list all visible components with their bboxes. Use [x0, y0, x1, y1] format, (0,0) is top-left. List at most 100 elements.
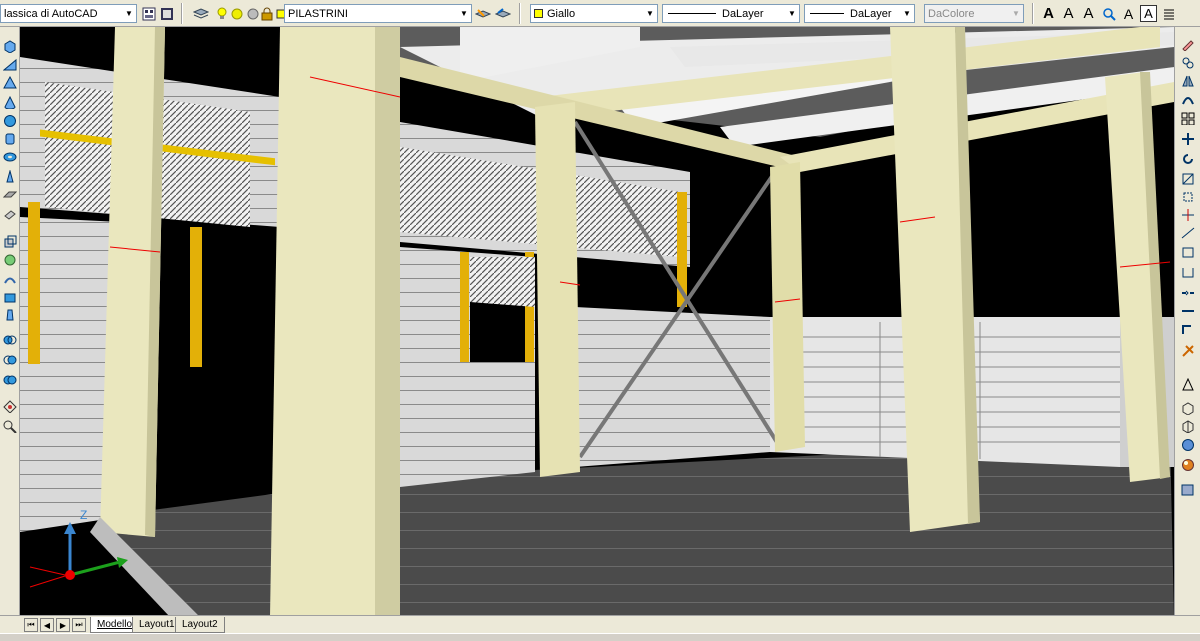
color-dropdown[interactable]: Giallo ▼ [530, 4, 658, 23]
linetype-value: DaLayer [722, 7, 764, 20]
join-icon[interactable] [1180, 265, 1196, 280]
rotate-icon[interactable] [1180, 151, 1196, 166]
pyramid-icon[interactable] [2, 75, 18, 90]
linetype-sample [668, 13, 716, 14]
layer-previous-icon[interactable] [494, 5, 511, 22]
text-scale-icon[interactable]: A [1140, 5, 1157, 22]
polysolid-icon[interactable] [2, 169, 18, 184]
plotstyle-value: DaColore [928, 7, 975, 20]
scene-drawing: Z [20, 27, 1174, 617]
lineweight-sample [810, 13, 844, 14]
ucs-z-label: Z [80, 508, 87, 522]
revolve-icon[interactable] [2, 234, 18, 249]
chevron-down-icon: ▼ [643, 5, 657, 22]
first-tab-button[interactable]: ⏮ [24, 618, 38, 632]
status-strip [0, 633, 1200, 641]
3d-wire-icon[interactable] [1180, 419, 1196, 434]
layer-manager-icon[interactable] [192, 5, 209, 22]
layer-dropdown[interactable]: PILASTRINI ▼ [284, 4, 472, 23]
opening-mesh [470, 257, 535, 307]
toolbar-separator [1032, 3, 1034, 24]
subtract-icon[interactable] [2, 332, 18, 347]
chevron-down-icon: ▼ [785, 5, 799, 22]
extend-icon[interactable] [1180, 225, 1196, 240]
erase-icon[interactable] [1180, 37, 1196, 52]
help-icon[interactable] [2, 419, 18, 434]
layout-tab-bar: ⏮ ◀ ▶ ⏭ Modello Layout1 Layout2 [0, 615, 1200, 633]
chevron-down-icon: ▼ [457, 5, 471, 22]
copy-icon[interactable] [1180, 55, 1196, 70]
workspace-value: lassica di AutoCAD [4, 7, 98, 20]
chevron-down-icon: ▼ [122, 5, 136, 22]
mirror-icon[interactable] [1180, 73, 1196, 88]
lineweight-dropdown[interactable]: DaLayer ▼ [804, 4, 915, 23]
offset-icon[interactable] [1180, 91, 1196, 106]
workspace-settings-icon[interactable] [140, 5, 157, 22]
intersect-icon[interactable] [2, 352, 18, 367]
toolbar-separator [519, 3, 521, 24]
planar-surface-icon[interactable] [2, 187, 18, 202]
move-icon[interactable] [1180, 131, 1196, 146]
spell-check-icon[interactable]: A [1120, 5, 1137, 22]
render-icon[interactable] [1180, 457, 1196, 472]
loft-icon[interactable] [2, 272, 18, 287]
column-side [375, 27, 400, 617]
toolbar-separator [181, 3, 183, 24]
box-icon[interactable] [2, 39, 18, 54]
color-value: Giallo [547, 7, 576, 20]
extrude-icon[interactable] [2, 207, 18, 222]
stretch-icon[interactable] [1180, 189, 1196, 204]
next-tab-button[interactable]: ▶ [56, 618, 70, 632]
text-icon[interactable] [1180, 377, 1196, 392]
presspull-icon[interactable] [2, 290, 18, 305]
break-icon[interactable] [1180, 245, 1196, 260]
orbit-icon[interactable] [2, 399, 18, 414]
workspace-dropdown[interactable]: lassica di AutoCAD ▼ [0, 4, 137, 23]
union-icon[interactable] [2, 307, 18, 322]
chevron-down-icon: ▼ [900, 5, 914, 22]
modify-toolbar [1174, 27, 1200, 617]
3d-box-icon[interactable] [1180, 401, 1196, 416]
lineweight-value: DaLayer [850, 7, 892, 20]
torus-icon[interactable] [2, 149, 18, 164]
prev-tab-button[interactable]: ◀ [40, 618, 54, 632]
intersect2-icon[interactable] [2, 372, 18, 387]
floor [100, 437, 1174, 617]
yellow-post [460, 252, 469, 362]
array-icon[interactable] [1180, 111, 1196, 126]
main-toolbar: lassica di AutoCAD ▼ PILASTRINI ▼ Giallo… [0, 0, 1200, 27]
justify-text-icon[interactable] [1160, 5, 1177, 22]
modeling-toolbar [0, 27, 20, 617]
explode-icon[interactable] [1180, 321, 1196, 336]
cylinder-icon[interactable] [2, 131, 18, 146]
plotstyle-dropdown: DaColore ▼ [924, 4, 1024, 23]
last-tab-button[interactable]: ⏭ [72, 618, 86, 632]
edit-text-icon[interactable]: A [1080, 5, 1097, 22]
explode2-icon[interactable] [1180, 343, 1196, 358]
fillet-icon[interactable] [1180, 303, 1196, 318]
chamfer-icon[interactable] [1180, 285, 1196, 300]
wedge-icon[interactable] [2, 57, 18, 72]
column [535, 102, 580, 477]
multiline-text-icon[interactable]: A [1060, 5, 1077, 22]
sweep-icon[interactable] [2, 252, 18, 267]
layer-make-current-icon[interactable] [474, 5, 491, 22]
model-viewport[interactable]: Z [20, 27, 1174, 617]
tab-layout2[interactable]: Layout2 [175, 617, 225, 633]
sun-icon[interactable] [228, 5, 245, 22]
chevron-down-icon: ▼ [1009, 5, 1023, 22]
yellow-post [28, 202, 40, 364]
cone-icon[interactable] [2, 95, 18, 110]
scale-icon[interactable] [1180, 171, 1196, 186]
find-text-icon[interactable] [1100, 5, 1117, 22]
sphere-icon[interactable] [2, 113, 18, 128]
text-style-icon[interactable]: A [1040, 5, 1057, 22]
column [770, 162, 805, 452]
visual-style-icon[interactable] [1180, 482, 1196, 497]
workspace-toggle-icon[interactable] [158, 5, 175, 22]
layer-value: PILASTRINI [288, 7, 348, 20]
trim-icon[interactable] [1180, 207, 1196, 222]
material-icon[interactable] [1180, 437, 1196, 452]
color-swatch [534, 9, 543, 18]
linetype-dropdown[interactable]: DaLayer ▼ [662, 4, 800, 23]
